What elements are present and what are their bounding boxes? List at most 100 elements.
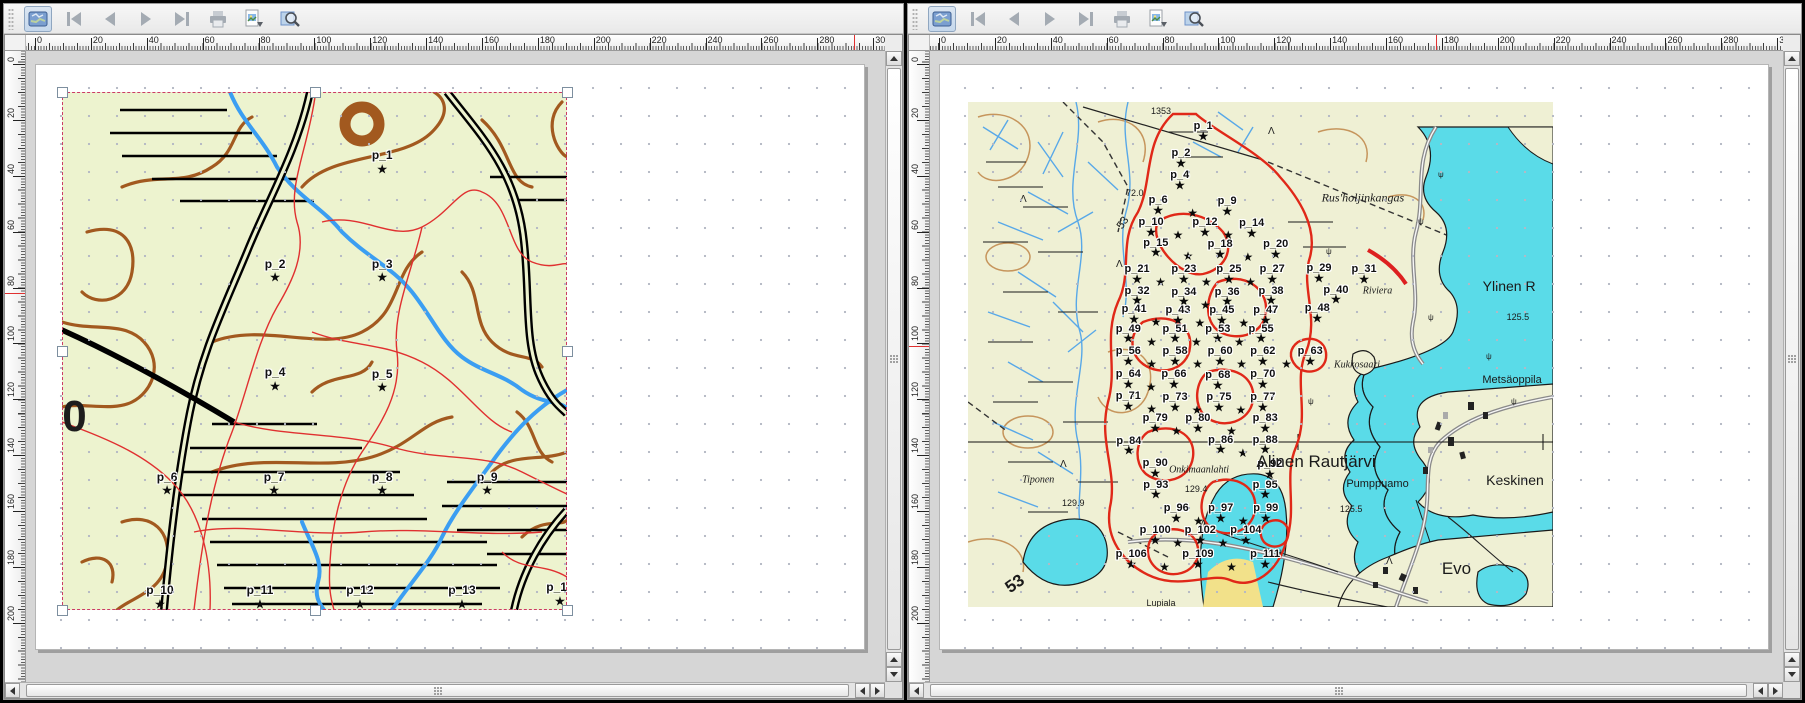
- point-labels-layer: p_1★p_2★p_4★p_6★p_9★p_10★p_12★p_14★p_15★…: [968, 102, 1553, 607]
- point-marker-star: ★: [1199, 225, 1211, 238]
- point-marker-star: ★: [1259, 557, 1271, 570]
- hscroll-track[interactable]: [924, 683, 1753, 698]
- ruler-tick: [1721, 38, 1722, 50]
- print-button[interactable]: [204, 6, 232, 32]
- point-marker-star: ★: [1215, 443, 1227, 456]
- hscroll-track[interactable]: [20, 683, 855, 698]
- point-label: p_5: [372, 367, 393, 381]
- export-image-button[interactable]: [1144, 6, 1172, 32]
- composer-map-button[interactable]: [24, 6, 52, 32]
- point-marker-star: ★: [1243, 251, 1254, 263]
- ruler-tick: [1386, 38, 1387, 50]
- selection-handle[interactable]: [562, 87, 573, 98]
- vertical-scrollbar[interactable]: [885, 51, 902, 682]
- ruler-tick: [761, 38, 762, 50]
- ruler-tick: [939, 38, 940, 50]
- go-last-button[interactable]: [168, 6, 196, 32]
- point-marker-star: ★: [376, 271, 388, 284]
- go-forward-button[interactable]: [132, 6, 160, 32]
- point-marker-star: ★: [1155, 276, 1166, 288]
- selection-handle[interactable]: [310, 87, 321, 98]
- scroll-left-button-2[interactable]: [1753, 683, 1768, 698]
- horizontal-ruler: 0204060801001201401601802002202402602803…: [26, 35, 885, 51]
- ruler-tick: [147, 38, 148, 50]
- scroll-right-button[interactable]: [870, 683, 885, 698]
- scroll-up-button-2[interactable]: [886, 652, 902, 667]
- go-forward-button[interactable]: [1036, 6, 1064, 32]
- scroll-left-button[interactable]: [909, 683, 924, 698]
- point-marker-star: ★: [1218, 537, 1229, 549]
- point-marker-star: ★: [1257, 377, 1269, 390]
- cursor-marker: [5, 293, 25, 294]
- composition-canvas[interactable]: ψψψ ψψψ ψψ ΛΛΛ ΛΛΛ p_1★p_2★p_4★p_6★p_9★p…: [930, 51, 1783, 682]
- point-marker-star: ★: [1146, 336, 1157, 348]
- zoom-full-button[interactable]: [276, 6, 304, 32]
- ruler-tick: [650, 38, 651, 50]
- go-back-button[interactable]: [1000, 6, 1028, 32]
- point-marker-star: ★: [1270, 247, 1282, 260]
- go-last-button[interactable]: [1072, 6, 1100, 32]
- ruler-label: 160: [6, 494, 16, 509]
- scroll-left-button[interactable]: [5, 683, 20, 698]
- selection-handle[interactable]: [57, 346, 68, 357]
- point-marker-star: ★: [1191, 336, 1202, 348]
- export-image-icon: [1146, 7, 1170, 31]
- selection-handle[interactable]: [310, 605, 321, 616]
- ruler-label: 20: [6, 108, 16, 118]
- scroll-up-button-2[interactable]: [1784, 652, 1800, 667]
- ruler-label: 300: [875, 35, 885, 45]
- ruler-corner: [5, 35, 26, 51]
- ruler-tick: [917, 343, 929, 344]
- point-marker-star: ★: [1175, 156, 1187, 169]
- ruler-tick: [594, 38, 595, 50]
- ruler-label: 60: [6, 220, 16, 230]
- vertical-scrollbar[interactable]: [1783, 51, 1800, 682]
- selection-handle[interactable]: [562, 605, 573, 616]
- print-button[interactable]: [1108, 6, 1136, 32]
- point-label: p_10: [146, 583, 173, 597]
- ruler-label: 180: [6, 550, 16, 565]
- ruler-label: 120: [1276, 35, 1291, 45]
- point-marker-star: ★: [1122, 354, 1134, 367]
- vscroll-track[interactable]: [886, 66, 902, 652]
- ruler-label: 0: [941, 35, 946, 45]
- place-label: Riviera: [1363, 286, 1392, 297]
- selection-handle[interactable]: [57, 605, 68, 616]
- ruler-tick: [13, 288, 25, 289]
- zoom-full-button[interactable]: [1180, 6, 1208, 32]
- export-image-button[interactable]: [240, 6, 268, 32]
- toolbar-grip[interactable]: [912, 8, 918, 30]
- hscroll-thumb[interactable]: [930, 684, 1747, 697]
- go-first-button[interactable]: [60, 6, 88, 32]
- point-marker-star: ★: [1330, 293, 1342, 306]
- selection-handle[interactable]: [57, 87, 68, 98]
- scroll-up-button[interactable]: [886, 51, 902, 66]
- map-item[interactable]: p_1★p_2★p_3★p_4★p_5★p_6★p_7★p_8★p_9★p_10…: [62, 92, 567, 610]
- scroll-up-button[interactable]: [1784, 51, 1800, 66]
- place-label: Kukkosaari: [1334, 359, 1380, 370]
- last-arrow-icon: [1074, 7, 1098, 31]
- scroll-left-button-2[interactable]: [855, 683, 870, 698]
- ruler-tick: [1554, 38, 1555, 50]
- selection-handle[interactable]: [562, 346, 573, 357]
- scroll-right-button[interactable]: [1768, 683, 1783, 698]
- point-label: p_9: [477, 470, 498, 484]
- horizontal-scrollbar[interactable]: [909, 682, 1783, 698]
- vscroll-track[interactable]: [1784, 66, 1800, 652]
- vscroll-thumb[interactable]: [887, 68, 901, 650]
- go-back-button[interactable]: [96, 6, 124, 32]
- ruler-tick: [13, 232, 25, 233]
- composition-canvas[interactable]: p_1★p_2★p_3★p_4★p_5★p_6★p_7★p_8★p_9★p_10…: [26, 51, 885, 682]
- horizontal-scrollbar[interactable]: [5, 682, 885, 698]
- map-item[interactable]: ψψψ ψψψ ψψ ΛΛΛ ΛΛΛ p_1★p_2★p_4★p_6★p_9★p…: [968, 102, 1553, 607]
- vscroll-thumb[interactable]: [1785, 68, 1799, 650]
- scroll-down-button[interactable]: [886, 667, 902, 682]
- place-label: Alinen Rautjärvi: [1257, 452, 1376, 472]
- point-marker-star: ★: [1212, 332, 1224, 345]
- composer-map-button[interactable]: [928, 6, 956, 32]
- hscroll-thumb[interactable]: [26, 684, 849, 697]
- toolbar-grip[interactable]: [8, 8, 14, 30]
- printer-icon: [206, 7, 230, 31]
- go-first-button[interactable]: [964, 6, 992, 32]
- scroll-down-button[interactable]: [1784, 667, 1800, 682]
